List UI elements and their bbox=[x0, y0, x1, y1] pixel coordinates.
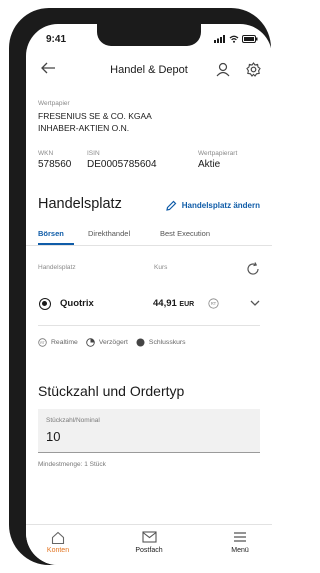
security-name-line1: FRESENIUS SE & CO. KGAA bbox=[38, 111, 152, 121]
refresh-icon[interactable] bbox=[246, 262, 260, 276]
quantity-field[interactable]: Stückzahl/Nominal bbox=[38, 409, 260, 453]
venue-table-header: Handelsplatz Kurs bbox=[38, 262, 260, 278]
col-price-label: Kurs bbox=[154, 264, 168, 271]
page-title: Handel & Depot bbox=[110, 64, 188, 76]
legend-closing-label: Schlusskurs bbox=[148, 339, 186, 346]
nav-postfach[interactable]: Postfach bbox=[119, 531, 179, 554]
type-label: Wertpapierart bbox=[198, 150, 238, 157]
svg-text:RT: RT bbox=[40, 341, 44, 345]
venue-tabs: Börsen Direkthandel Best Execution bbox=[26, 226, 272, 248]
signal-icon bbox=[214, 35, 225, 43]
security-name: FRESENIUS SE & CO. KGAA INHABER-AKTIEN O… bbox=[38, 110, 152, 134]
type-block: Wertpapierart Aktie bbox=[198, 150, 237, 170]
realtime-icon: RT bbox=[38, 338, 47, 347]
price-legend: RT Realtime Verzögert Schlusskurs bbox=[38, 338, 186, 347]
security-label: Wertpapier bbox=[38, 100, 70, 107]
phone-frame: 9:41 Handel & Depot Wertpapier FRESENIUS… bbox=[9, 8, 272, 565]
tabs-divider bbox=[26, 245, 272, 246]
nav-menu-label: Menü bbox=[231, 547, 249, 554]
price-currency: EUR bbox=[179, 301, 195, 308]
legend-realtime: RT Realtime bbox=[38, 338, 78, 347]
wkn-block: WKN 578560 bbox=[38, 150, 71, 170]
chevron-down-icon[interactable] bbox=[250, 300, 260, 307]
order-heading: Stückzahl und Ordertyp bbox=[38, 383, 185, 399]
realtime-badge-icon: RT bbox=[208, 298, 219, 309]
status-icons bbox=[214, 35, 258, 43]
venue-name: Quotrix bbox=[60, 298, 94, 309]
quantity-label: Stückzahl/Nominal bbox=[46, 417, 100, 424]
legend-delayed: Verzögert bbox=[86, 338, 128, 347]
nav-postfach-label: Postfach bbox=[135, 547, 163, 554]
wkn-value: 578560 bbox=[38, 159, 72, 170]
delayed-icon bbox=[86, 338, 95, 347]
pencil-icon bbox=[165, 200, 177, 211]
user-icon[interactable] bbox=[216, 62, 230, 77]
bottom-nav: Konten Postfach Menü bbox=[26, 524, 272, 565]
status-time: 9:41 bbox=[46, 34, 67, 45]
row-divider bbox=[38, 325, 260, 326]
legend-delayed-label: Verzögert bbox=[98, 339, 128, 346]
app-screen: 9:41 Handel & Depot Wertpapier FRESENIUS… bbox=[26, 24, 272, 565]
wifi-icon bbox=[229, 35, 239, 43]
active-tab-indicator bbox=[38, 243, 74, 245]
menu-icon bbox=[234, 532, 246, 542]
device-notch bbox=[97, 24, 201, 46]
nav-menu[interactable]: Menü bbox=[210, 531, 270, 554]
wkn-label: WKN bbox=[38, 150, 54, 157]
closing-icon bbox=[136, 338, 145, 347]
change-venue-label: Handelsplatz ändern bbox=[181, 201, 260, 210]
isin-block: ISIN DE0005785604 bbox=[87, 150, 157, 170]
trading-venue-heading: Handelsplatz bbox=[38, 196, 122, 212]
status-bar: 9:41 bbox=[26, 24, 272, 54]
app-header: Handel & Depot bbox=[26, 54, 272, 88]
legend-closing: Schlusskurs bbox=[136, 338, 186, 347]
nav-konten-label: Konten bbox=[46, 547, 70, 554]
type-value: Aktie bbox=[198, 159, 221, 170]
security-name-line2: INHABER-AKTIEN O.N. bbox=[38, 123, 130, 133]
venue-radio-selected[interactable] bbox=[39, 298, 51, 310]
quantity-input[interactable] bbox=[46, 429, 226, 444]
col-venue-label: Handelsplatz bbox=[38, 264, 76, 271]
venue-price: 44,91 EUR bbox=[153, 298, 194, 309]
isin-value: DE0005785604 bbox=[87, 159, 157, 170]
battery-icon bbox=[242, 35, 258, 43]
tab-boersen[interactable]: Börsen bbox=[38, 229, 64, 238]
venue-row[interactable]: Quotrix 44,91 EUR RT bbox=[26, 286, 272, 326]
legend-realtime-label: Realtime bbox=[51, 339, 78, 346]
tab-direkthandel[interactable]: Direkthandel bbox=[88, 229, 130, 238]
settings-icon[interactable] bbox=[246, 62, 261, 77]
isin-label: ISIN bbox=[87, 150, 100, 157]
home-icon bbox=[51, 531, 65, 545]
min-quantity-hint: Mindestmenge: 1 Stück bbox=[38, 461, 106, 468]
svg-text:RT: RT bbox=[211, 301, 217, 306]
change-venue-link[interactable]: Handelsplatz ändern bbox=[165, 200, 260, 211]
price-value: 44,91 bbox=[153, 298, 177, 309]
mail-icon bbox=[141, 531, 157, 543]
tab-best-execution[interactable]: Best Execution bbox=[160, 229, 210, 238]
nav-konten[interactable]: Konten bbox=[28, 531, 88, 554]
